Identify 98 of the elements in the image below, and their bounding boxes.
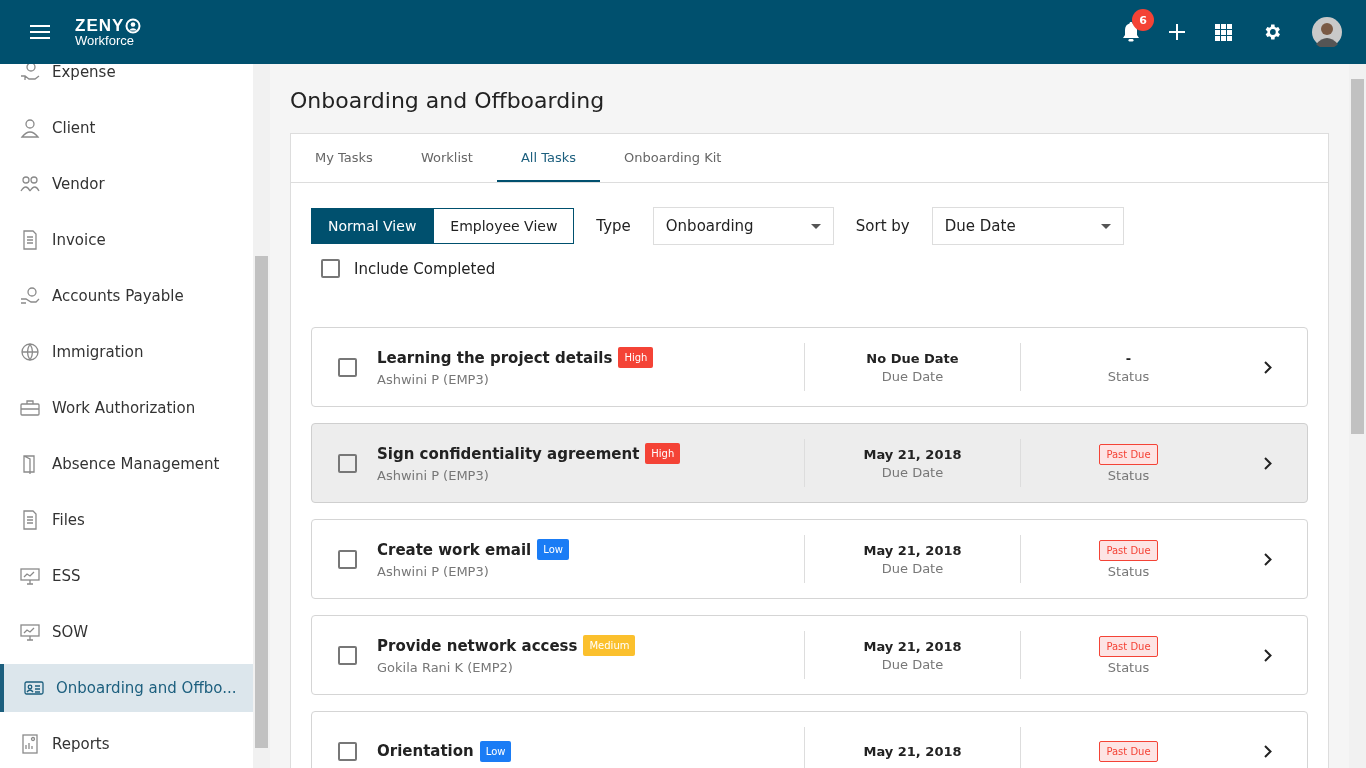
notification-bell-icon[interactable] [1121,21,1141,43]
apps-grid-icon[interactable] [1215,23,1232,41]
due-date: May 21, 2018 [863,446,962,462]
sidebar-item[interactable]: Vendor [0,156,253,212]
status-badge: Past Due [1099,740,1158,762]
status-label: Status [1107,659,1150,675]
monitor-icon [20,622,40,642]
task-title: Sign confidentiality agreement [377,444,640,463]
due-date: May 21, 2018 [863,743,962,759]
due-date: May 21, 2018 [863,542,962,558]
task-row[interactable]: Create work email Low Ashwini P (EMP3) May 21, 2018 Due Date Past Due Status [311,519,1308,599]
assignee: Ashwini P (EMP3) [377,564,490,579]
sidebar-item[interactable]: ESS [0,548,253,604]
due-date-label: Due Date [881,464,944,480]
tab[interactable]: Worklist [396,134,497,182]
avatar-icon[interactable] [1312,17,1342,47]
chevron-right-icon[interactable] [1264,744,1272,758]
checkbox[interactable] [338,453,357,473]
sidebar-item[interactable]: Files [0,492,253,548]
menu-icon[interactable] [30,25,50,39]
logo-subtitle: Workforce [75,34,135,47]
briefcase-icon [20,398,40,418]
due-date: No Due Date [866,350,959,366]
priority-badge: Medium [583,635,636,656]
sidebar-item[interactable]: Immigration [0,324,253,380]
notification-badge: 6 [1132,9,1154,31]
tab[interactable]: Onboarding Kit [600,134,746,182]
coin-hand-icon [20,64,40,82]
add-icon[interactable] [1169,24,1185,40]
hand-icon [20,286,40,306]
sidebar-item[interactable]: Reports [0,716,253,768]
status-badge: Past Due [1099,539,1158,561]
page-title: Onboarding and Offboarding [290,88,606,113]
assignee: Ashwini P (EMP3) [377,372,490,387]
chevron-right-icon[interactable] [1264,456,1272,470]
checkbox-label: Include Completed [354,259,496,278]
type-dropdown[interactable]: Onboarding [652,207,834,245]
view-toggle-button[interactable]: Normal View [311,208,434,244]
sort-dropdown[interactable]: Due Date [931,207,1124,245]
scrollbar[interactable] [1349,64,1366,768]
checkbox[interactable] [338,549,357,569]
status-badge: Past Due [1099,443,1158,465]
task-row[interactable]: Orientation Low May 21, 2018 Past Due [311,711,1308,768]
scrollbar[interactable] [253,64,270,768]
status-value: - [1125,350,1132,366]
sidebar-item[interactable]: Onboarding and Offbo... [0,664,253,712]
logo-icon [125,17,142,34]
sidebar-item[interactable]: Expense [0,64,253,100]
view-toggle-button[interactable]: Employee View [433,208,575,244]
checkbox[interactable] [338,645,357,665]
sidebar-item[interactable]: SOW [0,604,253,660]
status-label: Status [1107,467,1150,483]
sidebar-item[interactable]: Client [0,100,253,156]
due-date-label: Due Date [881,656,944,672]
task-title: Create work email [377,540,532,559]
status-label: Status [1107,563,1150,579]
logo-text: ZENY [75,17,125,34]
tab[interactable]: My Tasks [291,134,397,182]
due-date: May 21, 2018 [863,638,962,654]
caret-icon [1100,223,1111,229]
checkbox[interactable] [338,741,357,761]
sidebar-item[interactable]: Absence Management [0,436,253,492]
sort-label: Sort by [855,217,910,235]
type-label: Type [596,217,631,235]
sidebar-item[interactable]: Accounts Payable [0,268,253,324]
sidebar-item[interactable]: Work Authorization [0,380,253,436]
person-icon [20,118,40,138]
priority-badge: High [618,347,654,368]
checkbox[interactable] [321,259,340,278]
globe-icon [20,342,40,362]
priority-badge: Low [479,740,512,762]
assignee: Ashwini P (EMP3) [377,468,490,483]
sidebar-item[interactable]: Invoice [0,212,253,268]
report-icon [20,734,40,754]
chevron-right-icon[interactable] [1264,552,1272,566]
task-row[interactable]: Learning the project details High Ashwini P (EMP3) No Due Date Due Date - Status [311,327,1308,407]
monitor-icon [20,566,40,586]
task-row[interactable]: Sign confidentiality agreement High Ashwini P (EMP3) May 21, 2018 Due Date Past Due Status [311,423,1308,503]
task-title: Learning the project details [377,348,613,367]
due-date-label: Due Date [881,368,944,384]
tab[interactable]: All Tasks [496,134,600,182]
chevron-right-icon[interactable] [1264,648,1272,662]
document-icon [20,230,40,250]
task-title: Provide network access [377,636,578,655]
due-date-label: Due Date [881,560,944,576]
task-title: Orientation [377,742,474,760]
priority-badge: Low [537,539,569,560]
status-badge: Past Due [1099,635,1158,657]
priority-badge: High [645,443,681,464]
task-row[interactable]: Provide network access Medium Gokila Rani K (EMP2) May 21, 2018 Due Date Past Due Status [311,615,1308,695]
document-icon [20,510,40,530]
checkbox[interactable] [338,357,357,377]
chevron-right-icon[interactable] [1264,360,1272,374]
assignee: Gokila Rani K (EMP2) [377,660,514,675]
people-icon [20,174,40,194]
status-label: Status [1107,368,1150,384]
caret-icon [810,223,821,229]
id-card-icon [24,678,44,698]
